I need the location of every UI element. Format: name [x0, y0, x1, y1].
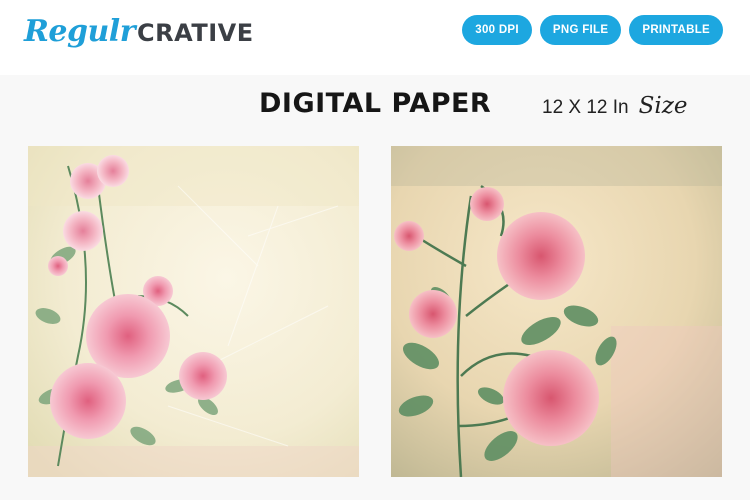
badge-file-type: PNG FILE [539, 15, 622, 45]
badge-dpi: 300 DPI [462, 15, 532, 45]
rose-corner-illustration [28, 146, 359, 477]
badge-printable: PRINTABLE [629, 15, 723, 45]
page-title: DIGITAL PAPER [259, 88, 492, 119]
paper-preview-1 [28, 146, 359, 477]
feature-badges: 300 DPI PNG FILE PRINTABLE [462, 15, 723, 45]
size-label: 12 X 12 In Size [542, 93, 687, 119]
brand-script: Regulr [24, 14, 136, 49]
brand-wordmark: CRATIVE [137, 19, 254, 47]
size-value: 12 X 12 In [542, 97, 629, 118]
header-bar: Regulr CRATIVE 300 DPI PNG FILE PRINTABL… [0, 0, 750, 75]
vintage-roses-illustration [391, 146, 722, 477]
size-script-word: Size [638, 93, 688, 119]
paper-preview-2 [391, 146, 722, 477]
brand-logo[interactable]: Regulr CRATIVE [24, 14, 254, 58]
